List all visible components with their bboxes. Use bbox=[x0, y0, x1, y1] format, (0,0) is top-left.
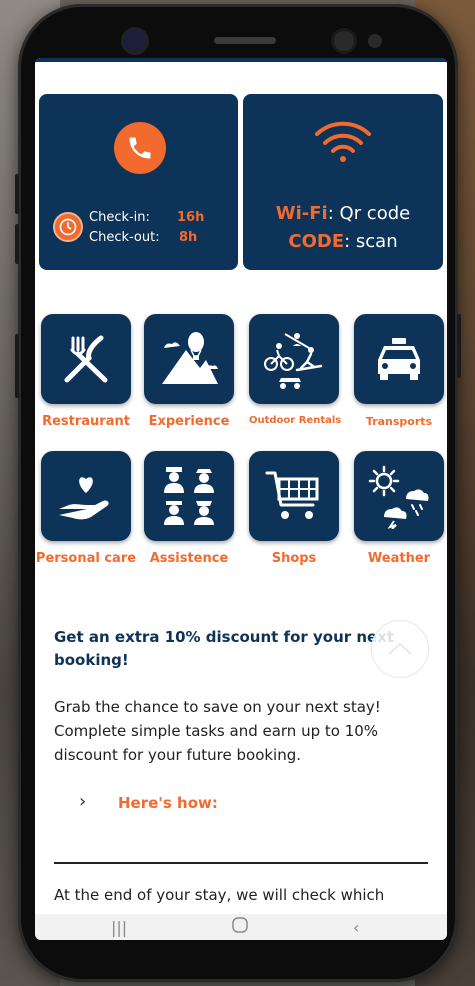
shops-label: Shops bbox=[271, 551, 317, 566]
proximity-sensor-icon bbox=[368, 34, 382, 48]
divider bbox=[54, 862, 428, 864]
code-value: : scan bbox=[344, 231, 398, 252]
wifi-key: Wi-Fi bbox=[275, 203, 328, 224]
taxi-icon bbox=[378, 338, 420, 380]
checkout-label: Check-out: bbox=[89, 230, 160, 245]
promo-body: Grab the chance to save on your next sta… bbox=[54, 698, 381, 764]
wifi-line: Wi-Fi: Qr code bbox=[243, 203, 443, 224]
app-screen: Check-in: 16h Check-out: 8h Wi-Fi: Qr co… bbox=[35, 58, 447, 940]
outdoor-rentals-tile[interactable] bbox=[249, 314, 339, 404]
mountain-balloon-icon bbox=[162, 332, 218, 384]
wifi-icon bbox=[315, 121, 371, 162]
wifi-card[interactable]: Wi-Fi: Qr code CODE: scan bbox=[243, 94, 443, 270]
call-checkin-card[interactable]: Check-in: 16h Check-out: 8h bbox=[39, 94, 238, 270]
transports-label: Transports bbox=[365, 415, 433, 428]
promo-footer-text: At the end of your stay, we will check w… bbox=[54, 886, 385, 904]
checkin-label: Check-in: bbox=[89, 210, 150, 225]
personal-care-tile[interactable] bbox=[41, 451, 131, 541]
weather-label: Weather bbox=[367, 551, 431, 566]
recent-apps-icon[interactable]: ||| bbox=[111, 918, 127, 937]
chevron-right-icon[interactable]: › bbox=[79, 791, 86, 812]
experience-tile[interactable] bbox=[144, 314, 234, 404]
transports-tile[interactable] bbox=[354, 314, 444, 404]
home-icon[interactable] bbox=[231, 916, 249, 938]
assistance-label: Assistence bbox=[149, 551, 229, 566]
top-accent-bar bbox=[35, 58, 447, 62]
restaurant-tile[interactable] bbox=[41, 314, 131, 404]
shops-tile[interactable] bbox=[249, 451, 339, 541]
sensor-icon bbox=[334, 31, 354, 51]
volume-down-button bbox=[15, 224, 19, 264]
phone-icon[interactable] bbox=[114, 122, 166, 174]
assistance-tile[interactable] bbox=[144, 451, 234, 541]
weather-tile[interactable] bbox=[354, 451, 444, 541]
how-to-link[interactable]: Here's how: bbox=[118, 794, 218, 812]
code-line: CODE: scan bbox=[243, 231, 443, 252]
outdoor-rentals-label: Outdoor Rentals bbox=[249, 415, 342, 426]
hand-heart-icon bbox=[59, 477, 109, 520]
weather-icon bbox=[368, 465, 429, 529]
back-icon[interactable]: ‹ bbox=[353, 918, 359, 937]
promo-title: Get an extra 10% discount for your next … bbox=[54, 628, 395, 669]
shopping-cart-icon bbox=[265, 471, 319, 519]
staff-icon bbox=[164, 467, 214, 525]
speaker-grille bbox=[214, 37, 276, 44]
checkin-time: 16h bbox=[177, 210, 205, 225]
code-key: CODE bbox=[288, 231, 345, 252]
bixby-button bbox=[15, 334, 19, 398]
scroll-top-button[interactable] bbox=[371, 620, 429, 678]
clock-icon bbox=[53, 212, 83, 242]
chevron-up-icon bbox=[388, 642, 412, 655]
front-camera-icon bbox=[124, 30, 146, 52]
power-button bbox=[457, 314, 461, 378]
fork-knife-icon bbox=[64, 335, 108, 383]
volume-up-button bbox=[15, 174, 19, 214]
outdoor-sports-icon bbox=[264, 333, 323, 389]
personal-care-label: Personal care bbox=[35, 551, 137, 566]
system-navigation-bar: ||| ‹ bbox=[35, 914, 447, 940]
experience-label: Experience bbox=[148, 414, 230, 429]
checkout-time: 8h bbox=[179, 230, 198, 245]
restaurant-label: Restraurant bbox=[42, 414, 130, 429]
wifi-value: : Qr code bbox=[327, 203, 411, 224]
